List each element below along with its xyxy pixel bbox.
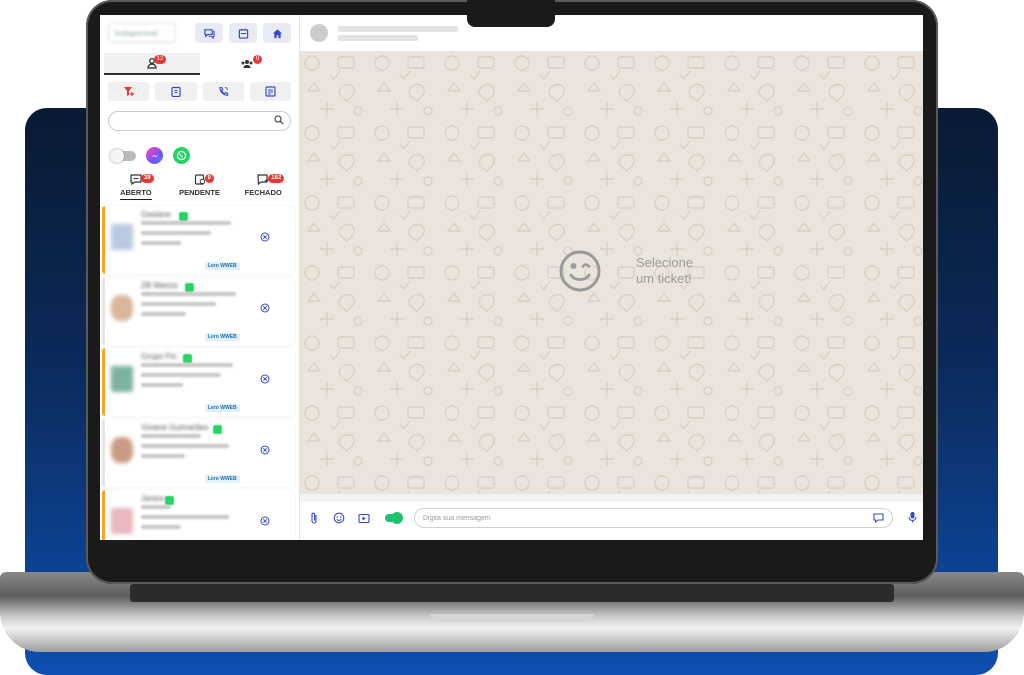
whatsapp-icon [165, 496, 174, 505]
notes-icon[interactable] [249, 82, 291, 101]
ticket-item[interactable]: Viviane Guimarães Lero WWEB [102, 419, 295, 487]
calendar-icon[interactable] [229, 23, 257, 43]
avatar [111, 224, 133, 250]
ticket-item[interactable]: Janice [102, 490, 295, 540]
filter-add-icon[interactable] [108, 82, 150, 101]
ticket-contact-name: Gesiane [141, 210, 171, 219]
header-placeholder [338, 23, 458, 44]
attach-icon[interactable] [306, 510, 322, 526]
avatar [111, 508, 133, 534]
tab-fechado-label: FECHADO [244, 188, 282, 197]
close-icon[interactable] [260, 516, 270, 529]
signature-toggle[interactable] [385, 512, 403, 524]
tool-row [100, 75, 299, 105]
ticket-item[interactable]: Grupo Fin Lero WWEB [102, 348, 295, 416]
avatar [111, 437, 133, 463]
status-tabs: 39 ABERTO 0 PENDENTE 162 FECHADO [100, 168, 299, 208]
badge-fechado: 162 [268, 174, 285, 183]
ticket-preview [141, 363, 241, 393]
chat-header [300, 15, 923, 51]
media-icon[interactable] [356, 510, 372, 526]
message-input-placeholder: Digita sua mensagem [423, 514, 491, 522]
message-input[interactable]: Digita sua mensagem [414, 508, 893, 528]
scroll-track [300, 494, 923, 502]
ticket-preview [141, 292, 241, 322]
whatsapp-icon [213, 425, 222, 434]
ticket-preview [141, 505, 241, 535]
connection-tag: Lero WWEB [205, 404, 240, 412]
smile-icon [559, 250, 601, 292]
close-icon[interactable] [260, 303, 270, 316]
app-screen: Indisponível 12 0 39 ABERTO 0 PENDENTE 1… [100, 15, 923, 540]
close-icon[interactable] [260, 232, 270, 245]
ticket-preview [141, 434, 241, 464]
search-icon[interactable] [274, 115, 284, 128]
empty-line-2: um ticket! [636, 271, 692, 286]
search-input[interactable] [108, 111, 291, 131]
empty-line-1: Selecione [636, 255, 694, 270]
laptop-hinge [130, 584, 894, 602]
chat-wallpaper: Selecione um ticket! [300, 51, 923, 494]
close-icon[interactable] [260, 445, 270, 458]
pending-icon [194, 174, 206, 188]
whatsapp-icon[interactable] [173, 147, 190, 164]
sidebar: Indisponível 12 0 39 ABERTO 0 PENDENTE 1… [100, 15, 300, 540]
ticket-contact-name: Janice [141, 494, 165, 503]
messenger-icon[interactable] [146, 147, 163, 164]
clipboard-icon[interactable] [155, 82, 197, 101]
queue-tabs: 12 0 [104, 53, 295, 75]
close-icon[interactable] [260, 374, 270, 387]
connection-tag: Lero WWEB [205, 333, 240, 341]
home-icon[interactable] [263, 23, 291, 43]
emoji-icon[interactable] [331, 510, 347, 526]
sidebar-topbar: Indisponível [100, 15, 299, 51]
ticket-contact-name: ZB Mariza [141, 281, 178, 290]
tab-pendente-label: PENDENTE [179, 188, 220, 197]
quick-reply-icon[interactable] [873, 513, 884, 525]
camera-notch [467, 0, 555, 27]
ticket-item[interactable]: ZB Mariza Lero WWEB [102, 277, 295, 345]
stage: Indisponível 12 0 39 ABERTO 0 PENDENTE 1… [0, 0, 1024, 675]
ticket-contact-name: Viviane Guimarães [141, 423, 209, 432]
tab-aberto-label: ABERTO [120, 188, 152, 200]
avatar [111, 295, 133, 321]
channel-filter [100, 137, 299, 168]
badge-my-tickets: 12 [153, 55, 167, 64]
tab-my-tickets[interactable]: 12 [104, 53, 200, 75]
channel-toggle[interactable] [110, 148, 136, 163]
chat-icon[interactable] [195, 23, 223, 43]
empty-state-text: Selecione um ticket! [636, 255, 693, 287]
whatsapp-icon [183, 354, 192, 363]
trackpad-lip [430, 614, 594, 622]
ticket-list[interactable]: Gesiane Lero WWEB ZB Mariza Lero WWEB Gr… [100, 203, 300, 540]
ticket-preview [141, 221, 241, 251]
empty-state: Selecione um ticket! [558, 249, 693, 293]
avatar [111, 366, 133, 392]
whatsapp-icon [185, 283, 194, 292]
badge-aberto: 39 [140, 174, 154, 183]
ticket-contact-name: Grupo Fin [141, 352, 177, 361]
chat-bubble-icon [130, 174, 142, 188]
avatar [310, 24, 328, 42]
badge-group-tickets: 0 [252, 55, 263, 64]
badge-pendente: 0 [204, 174, 214, 183]
microphone-icon[interactable] [908, 511, 917, 526]
connection-tag: Lero WWEB [205, 262, 240, 270]
whatsapp-icon [179, 212, 188, 221]
connection-tag: Lero WWEB [205, 475, 240, 483]
user-status-select[interactable]: Indisponível [108, 23, 176, 43]
chat-panel: Selecione um ticket! Digita sua mensagem [300, 15, 923, 540]
phone-refresh-icon[interactable] [202, 82, 244, 101]
tab-group-tickets[interactable]: 0 [200, 53, 296, 75]
ticket-item[interactable]: Gesiane Lero WWEB [102, 206, 295, 274]
message-composer: Digita sua mensagem [300, 502, 923, 534]
